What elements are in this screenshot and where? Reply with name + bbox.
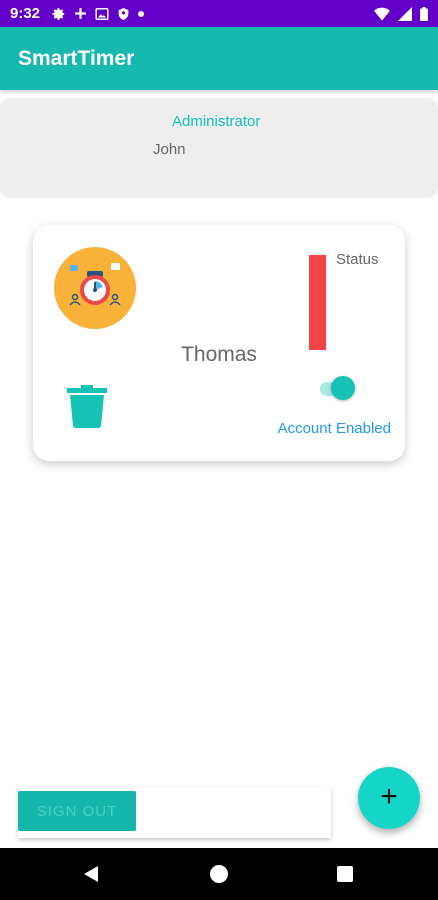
trash-icon xyxy=(67,385,107,428)
wifi-icon xyxy=(374,7,390,21)
plus-icon xyxy=(75,8,86,19)
shield-icon xyxy=(118,7,129,20)
dot-icon xyxy=(138,10,144,17)
add-user-button[interactable]: + xyxy=(358,767,420,829)
notification-icons xyxy=(52,4,144,23)
account-status-label: Account Enabled xyxy=(277,420,391,437)
toggle-thumb xyxy=(331,376,355,400)
app-title: SmartTimer xyxy=(18,47,135,70)
status-label: Status xyxy=(336,251,379,268)
system-status-bar: 9:32 xyxy=(0,0,438,27)
admin-panel: Administrator John xyxy=(0,98,438,198)
user-card[interactable]: Status Thomas Account Enabled xyxy=(33,225,405,461)
gear-icon xyxy=(52,7,65,20)
admin-role-label: Administrator xyxy=(172,113,261,130)
sign-out-button[interactable]: SIGN OUT xyxy=(18,791,136,831)
status-time: 9:32 xyxy=(10,5,41,22)
bottom-action-bar: SIGN OUT xyxy=(18,787,331,838)
user-name: Thomas xyxy=(181,343,257,366)
system-icons xyxy=(374,4,428,23)
admin-name: John xyxy=(153,141,186,158)
status-indicator-bar xyxy=(309,255,326,350)
recents-button[interactable] xyxy=(337,866,353,882)
cellular-icon xyxy=(398,6,412,21)
stopwatch-icon xyxy=(69,263,121,306)
back-icon xyxy=(84,866,98,882)
battery-icon xyxy=(420,6,428,21)
back-button[interactable] xyxy=(82,865,100,888)
account-enabled-toggle[interactable] xyxy=(318,375,356,403)
app-bar: SmartTimer xyxy=(0,27,438,90)
plus-icon: + xyxy=(380,780,398,813)
avatar xyxy=(54,247,136,329)
image-icon xyxy=(95,7,109,20)
system-navigation-bar xyxy=(0,848,438,900)
delete-user-button[interactable] xyxy=(67,385,107,429)
home-button[interactable] xyxy=(210,865,228,883)
